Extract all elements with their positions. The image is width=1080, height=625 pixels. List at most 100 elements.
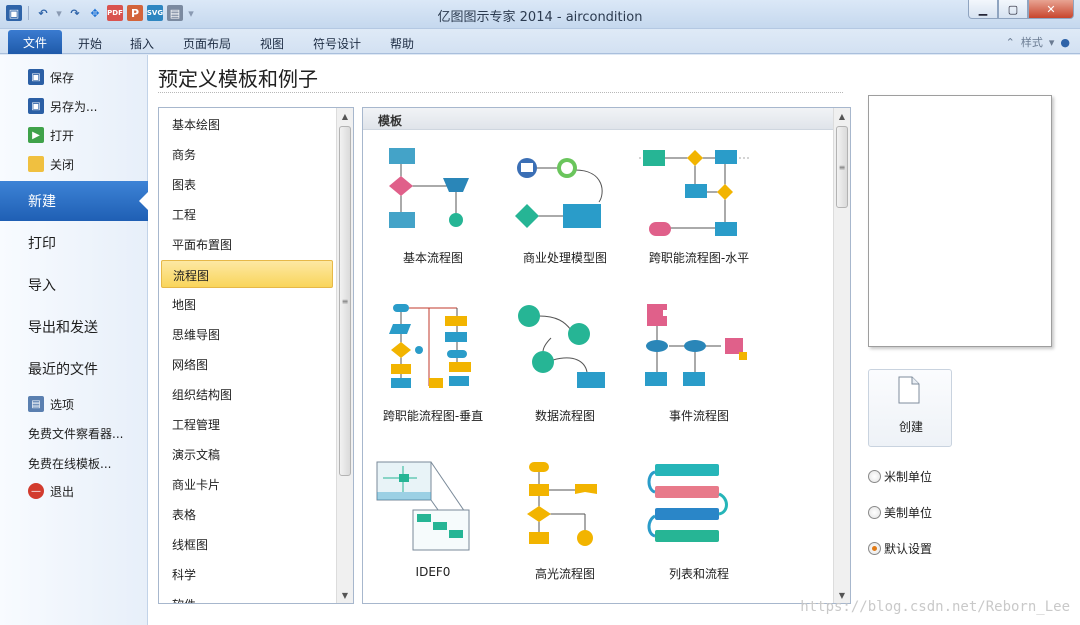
tab-insert[interactable]: 插入 <box>120 32 164 54</box>
tab-view[interactable]: 视图 <box>250 32 294 54</box>
tab-file[interactable]: 文件 <box>8 30 62 54</box>
category-item[interactable]: 表格 <box>161 500 333 528</box>
category-item[interactable]: 线框图 <box>161 530 333 558</box>
radio-checked-icon <box>868 542 881 555</box>
save-as-icon: ▣ <box>28 98 44 114</box>
tab-page-layout[interactable]: 页面布局 <box>176 32 238 54</box>
category-item[interactable]: 科学 <box>161 560 333 588</box>
nav-exit-label: 退出 <box>50 484 75 499</box>
template-highlight-flow[interactable]: 高光流程图 <box>495 460 635 603</box>
category-scrollbar[interactable]: ▲ ≡ ▼ <box>336 108 353 603</box>
nav-export-send-label: 导出和发送 <box>28 320 98 336</box>
nav-save-as-label: 另存为... <box>50 99 98 114</box>
cross-functional-vertical-thumbnail <box>389 304 471 388</box>
category-item[interactable]: 工程 <box>161 200 333 228</box>
template-event-flow[interactable]: 事件流程图 <box>629 302 769 452</box>
minimize-icon[interactable]: ▁ <box>968 0 998 19</box>
style-label[interactable]: 样式 <box>1021 34 1043 50</box>
nav-open[interactable]: ▶ 打开 <box>0 121 148 149</box>
radio-label: 米制单位 <box>884 470 933 484</box>
template-gallery: 模板 基本流程图 商业处理模型图 跨职能流程图-水平 跨职能流程图-垂直 数据流… <box>362 107 851 604</box>
template-cross-functional-vertical[interactable]: 跨职能流程图-垂直 <box>363 302 503 452</box>
page-title: 预定义模板和例子 <box>158 67 318 91</box>
watermark: https://blog.csdn.net/Reborn_Lee <box>800 599 1070 615</box>
tab-help[interactable]: 帮助 <box>380 32 424 54</box>
radio-us-units[interactable]: 美制单位 <box>868 504 932 521</box>
category-item[interactable]: 网络图 <box>161 350 333 378</box>
open-icon: ▶ <box>28 127 44 143</box>
template-idef0[interactable]: IDEF0 <box>363 460 503 603</box>
event-flow-thumbnail <box>645 304 747 386</box>
help-icon[interactable]: ● <box>1060 36 1070 49</box>
template-preview <box>868 95 1052 347</box>
category-list: 基本绘图 商务 图表 工程 平面布置图 流程图 地图 思维导图 网络图 组织结构… <box>158 107 354 604</box>
radio-default-settings[interactable]: 默认设置 <box>868 540 932 557</box>
category-item[interactable]: 平面布置图 <box>161 230 333 258</box>
nav-print-label: 打印 <box>28 236 56 252</box>
close-icon[interactable]: ✕ <box>1028 0 1074 19</box>
tab-symbol-design[interactable]: 符号设计 <box>306 32 368 54</box>
nav-free-viewer[interactable]: 免费文件察看器... <box>0 419 148 447</box>
cross-functional-horizontal-thumbnail <box>639 150 749 236</box>
nav-save[interactable]: ▣ 保存 <box>0 63 148 91</box>
template-data-flow[interactable]: 数据流程图 <box>495 302 635 452</box>
nav-open-label: 打开 <box>50 128 75 143</box>
template-cross-functional-horizontal[interactable]: 跨职能流程图-水平 <box>629 144 769 294</box>
scroll-down-icon[interactable]: ▼ <box>337 587 353 603</box>
chevron-down-icon[interactable]: ▾ <box>1049 36 1055 49</box>
ribbon-right: ⌃ 样式 ▾ ● <box>1006 34 1070 50</box>
backstage-nav: ▣ 保存 ▣ 另存为... ▶ 打开 关闭 新建 打印 导入 导出和发送 最近的… <box>0 55 149 625</box>
template-basic-flowchart[interactable]: 基本流程图 <box>363 144 503 294</box>
list-process-thumbnail <box>647 464 728 542</box>
category-item[interactable]: 工程管理 <box>161 410 333 438</box>
nav-free-templates[interactable]: 免费在线模板... <box>0 449 148 477</box>
scroll-up-icon[interactable]: ▲ <box>337 108 353 124</box>
maximize-icon[interactable]: ▢ <box>998 0 1028 19</box>
scroll-up-icon[interactable]: ▲ <box>834 108 850 124</box>
category-item[interactable]: 思维导图 <box>161 320 333 348</box>
close-folder-icon <box>28 156 44 172</box>
category-item[interactable]: 软件 <box>161 590 333 603</box>
template-list-process[interactable]: 列表和流程 <box>629 460 769 603</box>
chevron-up-icon[interactable]: ⌃ <box>1006 36 1015 49</box>
radio-label: 默认设置 <box>884 542 933 556</box>
category-item[interactable]: 基本绘图 <box>161 110 333 138</box>
title-bar: ▣ ↶ ▾ ↷ ✥ PDF P SVG ▤ ▾ 亿图图示专家 2014 - ai… <box>0 0 1080 29</box>
gallery-header: 模板 <box>363 108 834 130</box>
scroll-thumb[interactable]: ≡ <box>836 126 848 208</box>
save-icon: ▣ <box>28 69 44 85</box>
category-item[interactable]: 商务 <box>161 140 333 168</box>
tab-home[interactable]: 开始 <box>68 32 112 54</box>
nav-exit[interactable]: — 退出 <box>0 477 148 505</box>
nav-free-templates-label: 免费在线模板... <box>28 456 112 471</box>
category-item[interactable]: 地图 <box>161 290 333 318</box>
category-item[interactable]: 商业卡片 <box>161 470 333 498</box>
category-item[interactable]: 图表 <box>161 170 333 198</box>
window-title: 亿图图示专家 2014 - aircondition <box>437 10 643 25</box>
nav-close[interactable]: 关闭 <box>0 150 148 178</box>
idef0-thumbnail <box>376 461 470 551</box>
divider <box>158 92 843 93</box>
gallery-scrollbar[interactable]: ▲ ≡ ▼ <box>833 108 850 603</box>
template-label: 跨职能流程图-水平 <box>648 251 750 265</box>
nav-import[interactable]: 导入 <box>0 265 148 305</box>
nav-export-send[interactable]: 导出和发送 <box>0 307 148 347</box>
template-label: 列表和流程 <box>668 567 729 581</box>
nav-new-label: 新建 <box>28 194 56 210</box>
nav-options[interactable]: ▤ 选项 <box>0 390 148 418</box>
nav-save-as[interactable]: ▣ 另存为... <box>0 92 148 120</box>
nav-print[interactable]: 打印 <box>0 223 148 263</box>
scroll-thumb[interactable]: ≡ <box>339 126 351 476</box>
nav-new[interactable]: 新建 <box>0 181 149 221</box>
category-item[interactable]: 演示文稿 <box>161 440 333 468</box>
radio-metric-units[interactable]: 米制单位 <box>868 468 932 485</box>
create-button[interactable]: 创建 <box>868 369 952 447</box>
category-item[interactable]: 组织结构图 <box>161 380 333 408</box>
nav-recent-files[interactable]: 最近的文件 <box>0 349 148 389</box>
nav-options-label: 选项 <box>50 397 75 412</box>
radio-icon <box>868 506 881 519</box>
template-label: 事件流程图 <box>668 409 729 423</box>
category-item-selected[interactable]: 流程图 <box>161 260 333 288</box>
template-business-process-model[interactable]: 商业处理模型图 <box>495 144 635 294</box>
main-panel: 预定义模板和例子 基本绘图 商务 图表 工程 平面布置图 流程图 地图 思维导图… <box>148 55 1080 625</box>
